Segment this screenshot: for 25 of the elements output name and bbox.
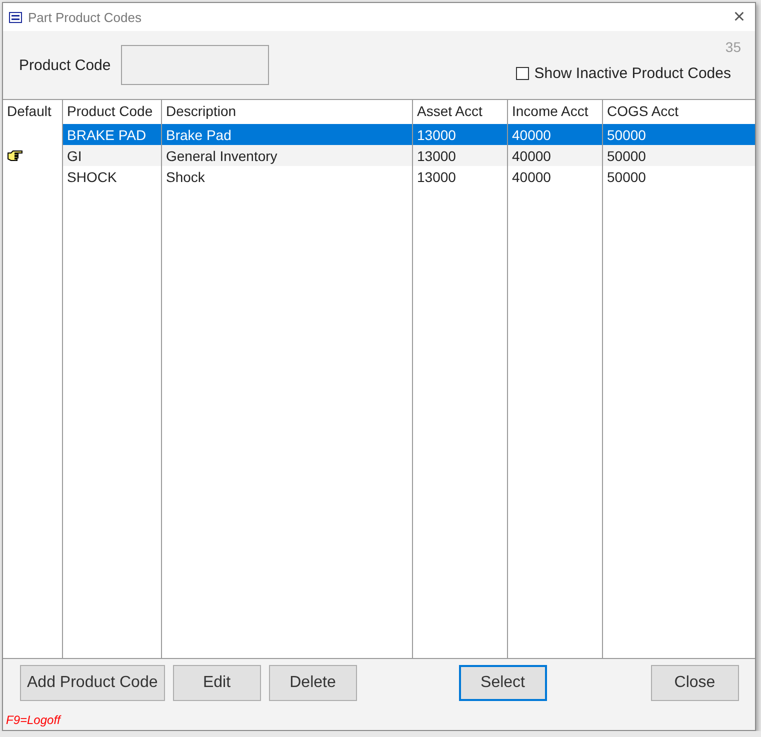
- dialog-button[interactable]: Add Product Code: [20, 665, 165, 701]
- dialog-button[interactable]: Edit: [172, 665, 261, 701]
- product-code-label: Product Code: [19, 56, 111, 74]
- table-cell[interactable]: General Inventory: [161, 145, 412, 166]
- table-cell[interactable]: 50000: [602, 145, 755, 166]
- column-header: Default: [6, 102, 52, 121]
- table-cell[interactable]: 13000: [412, 145, 507, 166]
- table-cell[interactable]: Brake Pad: [161, 124, 412, 145]
- show-inactive-label: Show Inactive Product Codes: [534, 65, 731, 82]
- app-icon: [9, 12, 22, 22]
- dialog-button[interactable]: Select: [458, 665, 547, 701]
- table-cell[interactable]: BRAKE PAD: [62, 124, 161, 145]
- table-cell[interactable]: 13000: [412, 124, 507, 145]
- table-cell[interactable]: GI: [62, 145, 161, 166]
- logoff-hint: F9=Logoff: [6, 713, 62, 727]
- product-code-field[interactable]: [120, 45, 269, 85]
- pointing-hand-icon: [7, 150, 23, 161]
- table-cell[interactable]: 40000: [507, 145, 602, 166]
- dialog-button[interactable]: Delete: [268, 665, 357, 701]
- table-cell[interactable]: 40000: [507, 124, 602, 145]
- window-title: Part Product Codes: [28, 10, 142, 24]
- close-button[interactable]: ×: [729, 7, 749, 27]
- table-cell[interactable]: 50000: [602, 124, 755, 145]
- dialog-button[interactable]: Close: [650, 665, 739, 701]
- record-count: 35: [725, 39, 741, 55]
